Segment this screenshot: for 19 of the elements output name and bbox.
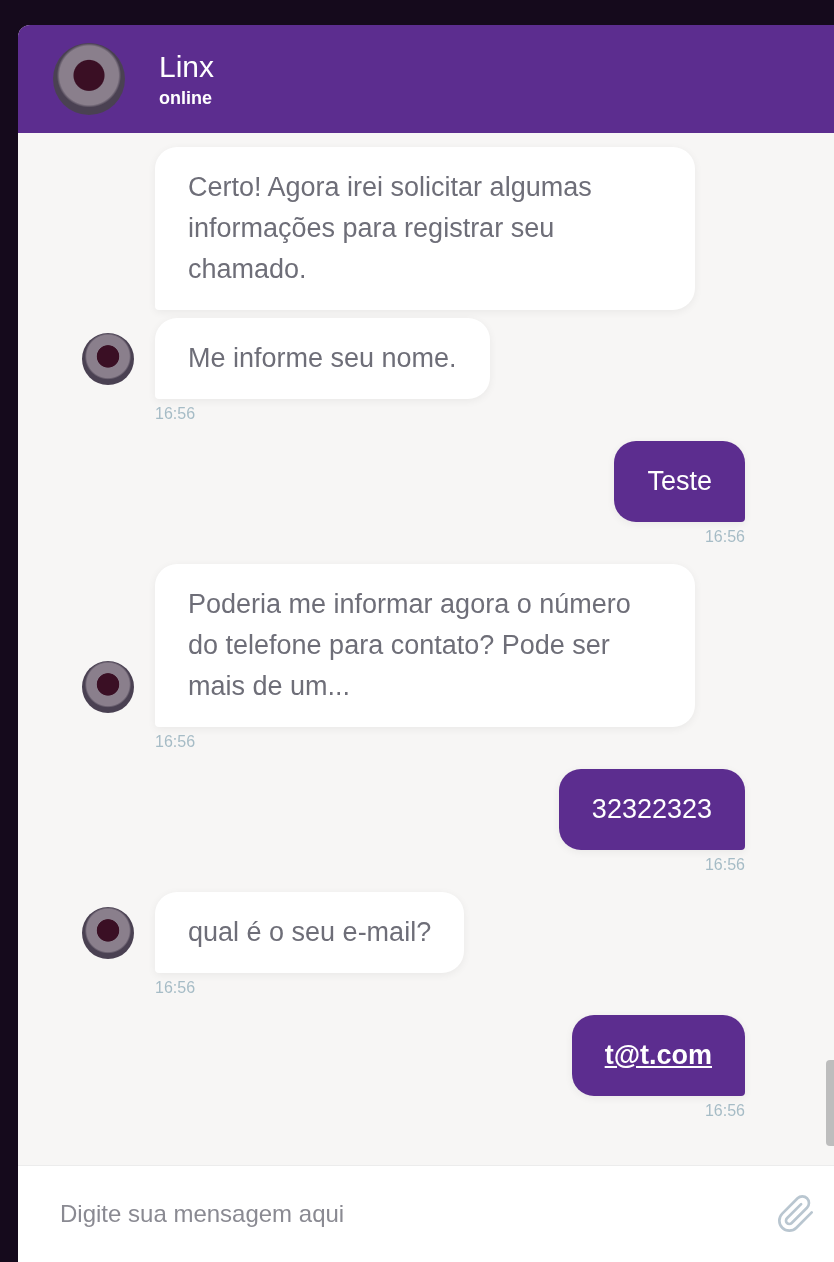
message-time: 16:56 — [155, 733, 196, 751]
message-composer[interactable]: Digite sua mensagem aqui — [18, 1165, 834, 1262]
message-time: 16:56 — [155, 979, 196, 997]
message-time: 16:56 — [704, 856, 745, 874]
message-input[interactable]: Digite sua mensagem aqui — [58, 1199, 776, 1229]
message-bubble: qual é o seu e-mail? — [155, 892, 465, 973]
message-bubble: Teste — [614, 441, 745, 522]
message-bubble: Me informe seu nome. — [155, 318, 490, 399]
message-time: 16:56 — [704, 1102, 745, 1120]
email-link[interactable]: t@t.com — [604, 1040, 712, 1070]
message-time: 16:56 — [155, 405, 196, 423]
contact-name: Linx — [159, 49, 215, 84]
contact-status: online — [159, 87, 213, 109]
message-time: 16:56 — [704, 528, 745, 546]
paperclip-icon[interactable] — [776, 1194, 816, 1234]
scrollbar-thumb[interactable] — [826, 1060, 834, 1146]
message-bubble: 32322323 — [558, 769, 745, 850]
message-bubble: Certo! Agora irei solicitar algumas informações para registrar seu chamado. — [155, 147, 695, 310]
message-bubble: Poderia me informar agora o número do telefone para contato? Pode ser mais de um... — [155, 564, 695, 727]
